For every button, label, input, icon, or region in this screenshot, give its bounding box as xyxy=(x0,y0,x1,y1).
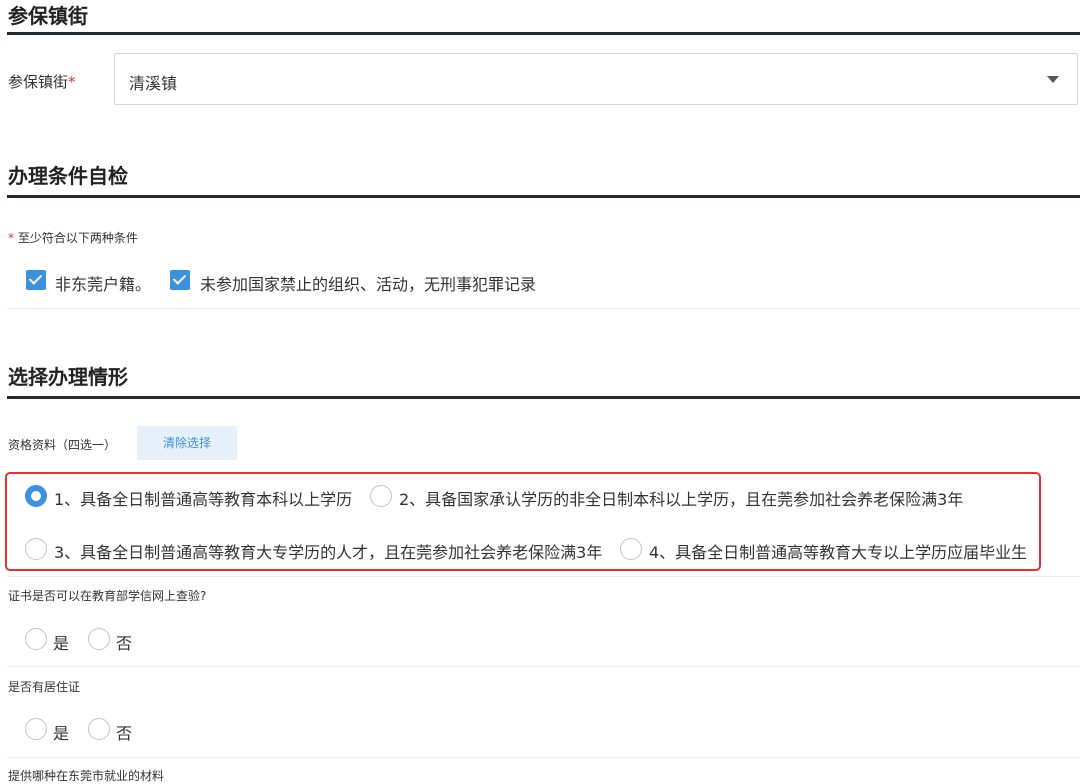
option-4-label: 4、具备全日制普通高等教育大专以上学历应届毕业生 xyxy=(649,543,1028,562)
radio-q1-yes[interactable] xyxy=(25,628,47,650)
q1-yes-label: 是 xyxy=(53,634,70,653)
q1-no-label: 否 xyxy=(116,634,133,653)
checkbox-label: 非东莞户籍。 xyxy=(55,275,152,294)
question-employment-material: 提供哪种在东莞市就业的材料 xyxy=(8,769,165,783)
checkbox-label: 未参加国家禁止的组织、活动，无刑事犯罪记录 xyxy=(200,275,537,294)
option-3-label: 3、具备全日制普通高等教育大专学历的人才，且在莞参加社会养老保险满3年 xyxy=(54,543,603,562)
option-1-label: 1、具备全日制普通高等教育本科以上学历 xyxy=(54,490,353,509)
checkbox-non-dongguan-household[interactable] xyxy=(26,270,46,290)
insured-town-label: 参保镇街* xyxy=(8,73,76,91)
qualification-label: 资格资料（四选一） xyxy=(8,438,117,452)
radio-option-1[interactable] xyxy=(25,485,47,507)
radio-q2-yes[interactable] xyxy=(25,718,47,740)
row-divider xyxy=(7,757,1080,758)
chevron-down-icon xyxy=(1047,76,1059,83)
radio-q2-no[interactable] xyxy=(88,718,110,740)
radio-option-2[interactable] xyxy=(370,485,392,507)
radio-option-4[interactable] xyxy=(620,538,642,560)
radio-q1-no[interactable] xyxy=(88,628,110,650)
question-certificate-verifiable: 证书是否可以在教育部学信网上查验? xyxy=(8,589,207,603)
question-residence-permit: 是否有居住证 xyxy=(8,680,81,694)
checkbox-no-criminal-record[interactable] xyxy=(170,270,190,290)
condition-note: * 至少符合以下两种条件 xyxy=(8,231,138,245)
section-divider xyxy=(7,195,1080,198)
radio-option-3[interactable] xyxy=(25,538,47,560)
q2-no-label: 否 xyxy=(116,724,133,743)
section-divider xyxy=(7,32,1080,35)
section-divider xyxy=(7,396,1080,399)
required-mark: * xyxy=(68,73,76,91)
q2-yes-label: 是 xyxy=(53,724,70,743)
row-divider xyxy=(7,666,1080,667)
row-divider xyxy=(7,308,1080,309)
section-title-condition-check: 办理条件自检 xyxy=(8,164,128,188)
insured-town-select[interactable]: 清溪镇 xyxy=(114,53,1078,105)
section-title-select-situation: 选择办理情形 xyxy=(8,365,128,389)
clear-selection-button[interactable]: 清除选择 xyxy=(137,426,237,460)
option-2-label: 2、具备国家承认学历的非全日制本科以上学历，且在莞参加社会养老保险满3年 xyxy=(399,490,964,509)
section-title-insured-town: 参保镇街 xyxy=(8,4,88,28)
row-divider xyxy=(7,576,1080,577)
insured-town-value: 清溪镇 xyxy=(129,74,178,93)
